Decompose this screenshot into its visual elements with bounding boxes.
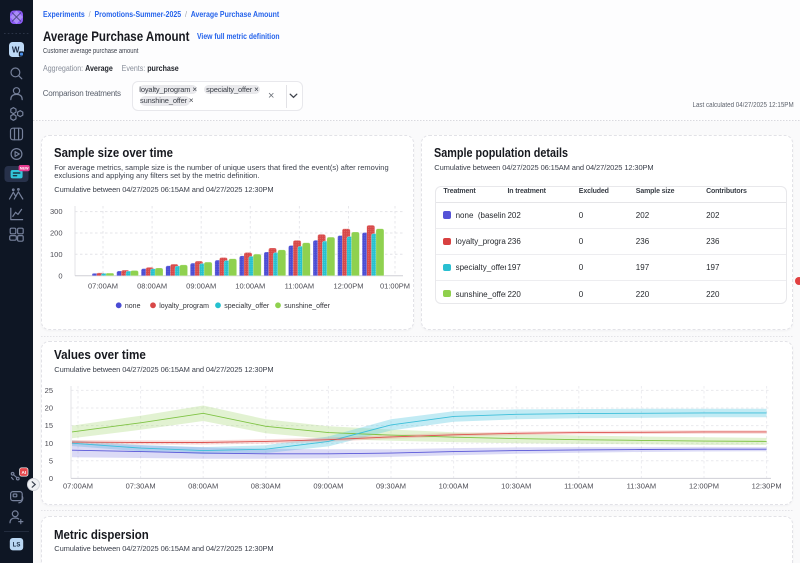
svg-text:11:30AM: 11:30AM [627,482,656,491]
svg-text:25: 25 [45,386,53,395]
svg-text:10:00AM: 10:00AM [439,482,469,491]
svg-text:0: 0 [58,271,62,280]
svg-text:08:00AM: 08:00AM [188,482,218,491]
svg-text:AI: AI [22,470,27,475]
svg-text:11:00AM: 11:00AM [564,482,593,491]
svg-text:07:30AM: 07:30AM [126,482,156,491]
svg-text:07:00AM: 07:00AM [63,482,93,491]
svg-text:01:00PM: 01:00PM [380,282,410,291]
svg-text:5: 5 [49,456,53,465]
svg-text:specialty_offer: specialty_offer [224,303,270,310]
svg-text:300: 300 [50,207,63,216]
svg-text:100: 100 [50,250,63,259]
svg-text:W: W [12,46,20,55]
svg-text:none: none [125,303,141,310]
svg-text:loyalty_program: loyalty_program [159,303,209,310]
svg-text:20: 20 [45,404,53,413]
svg-text:09:00AM: 09:00AM [186,282,216,291]
svg-text:11:00AM: 11:00AM [285,282,314,291]
svg-text:10: 10 [45,439,53,448]
svg-text:09:30AM: 09:30AM [376,482,406,491]
svg-text:LS: LS [13,543,21,549]
svg-text:0: 0 [49,474,53,483]
svg-text:12:00PM: 12:00PM [689,482,719,491]
svg-text:10:00AM: 10:00AM [235,282,265,291]
svg-text:08:00AM: 08:00AM [137,282,167,291]
svg-text:08:30AM: 08:30AM [251,482,281,491]
svg-text:sunshine_offer: sunshine_offer [284,303,330,310]
svg-text:12:30PM: 12:30PM [752,482,782,491]
svg-text:200: 200 [50,229,63,238]
svg-text:NEW: NEW [20,167,29,171]
svg-text:15: 15 [45,421,53,430]
svg-text:10:30AM: 10:30AM [501,482,531,491]
svg-text:09:00AM: 09:00AM [313,482,343,491]
svg-text:07:00AM: 07:00AM [88,282,118,291]
svg-text:12:00PM: 12:00PM [333,282,363,291]
